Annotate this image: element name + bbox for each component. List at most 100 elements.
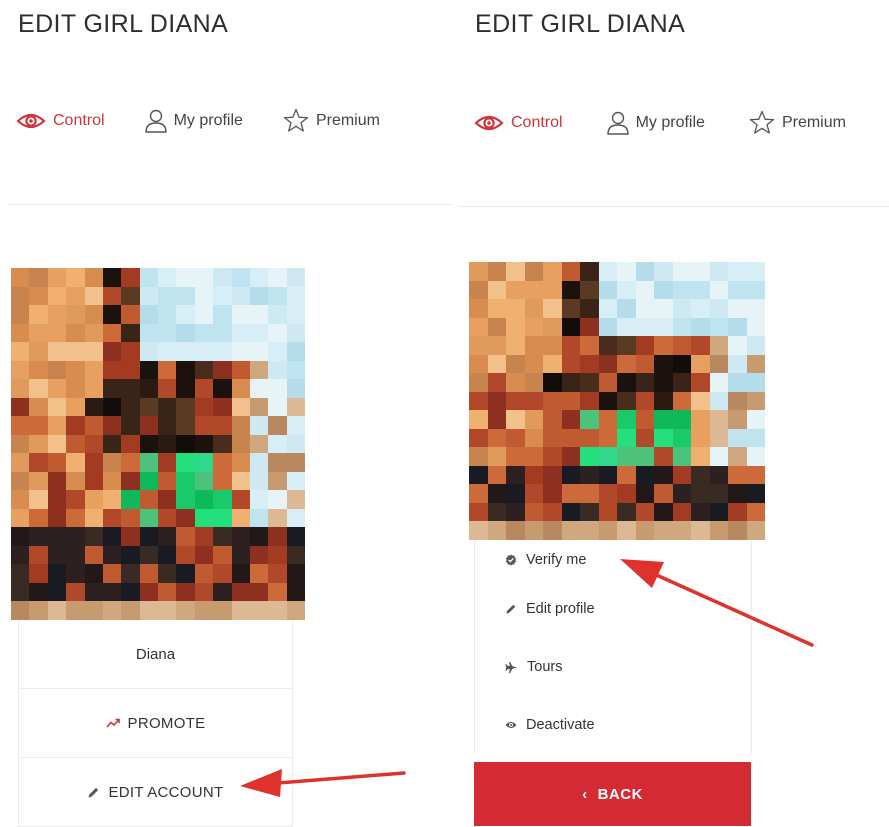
photo-pixel (268, 453, 287, 472)
photo-pixel (213, 379, 232, 398)
photo-pixel (121, 434, 140, 454)
photo-pixel (561, 410, 580, 429)
photo-pixel (598, 447, 617, 466)
profile-photo[interactable] (469, 262, 765, 540)
photo-pixel (84, 305, 103, 324)
photo-pixel (176, 268, 195, 287)
photo-pixel (231, 434, 250, 454)
photo-pixel (506, 373, 525, 392)
photo-pixel (268, 582, 287, 602)
menu-item-deactivate[interactable]: Deactivate (475, 696, 751, 754)
photo-pixel (561, 502, 580, 522)
photo-pixel (11, 564, 30, 583)
photo-pixel (709, 336, 728, 355)
photo-pixel (561, 465, 580, 485)
photo-pixel (286, 471, 305, 491)
photo-pixel (617, 336, 636, 355)
photo-pixel (617, 391, 636, 411)
profile-photo[interactable] (11, 268, 305, 620)
edit-account-button[interactable]: EDIT ACCOUNT (19, 757, 292, 826)
photo-pixel (654, 373, 673, 392)
photo-pixel (47, 434, 67, 454)
photo-pixel (672, 299, 691, 318)
photo-pixel (561, 373, 580, 392)
photo-pixel (487, 391, 506, 411)
photo-pixel (561, 484, 580, 503)
photo-pixel (194, 360, 214, 380)
photo-pixel (11, 360, 30, 380)
photo-pixel (617, 484, 636, 503)
photo-pixel (286, 305, 305, 324)
photo-pixel (654, 447, 673, 466)
photo-pixel (29, 545, 48, 565)
photo-pixel (672, 336, 691, 355)
photo-pixel (84, 416, 103, 435)
photo-pixel (213, 323, 232, 343)
tab-my-profile[interactable]: My profile (144, 109, 243, 133)
photo-pixel (249, 342, 269, 361)
photo-pixel (121, 397, 140, 417)
photo-pixel (11, 379, 30, 398)
photo-pixel (66, 360, 85, 380)
photo-pixel (728, 428, 747, 448)
photo-pixel (286, 268, 305, 287)
photo-pixel (102, 490, 122, 509)
photo-pixel (139, 471, 158, 491)
photo-pixel (286, 342, 305, 361)
tab-control[interactable]: Control (16, 112, 105, 130)
photo-pixel (176, 453, 195, 472)
photo-pixel (66, 286, 85, 306)
photo-pixel (102, 268, 122, 287)
photo-pixel (66, 527, 85, 546)
photo-pixel (249, 582, 269, 602)
photo-pixel (194, 323, 214, 343)
photo-pixel (580, 317, 599, 337)
back-button[interactable]: ‹ BACK (474, 762, 751, 826)
photo-pixel (598, 280, 617, 300)
photo-pixel (121, 342, 140, 361)
photo-pixel (746, 336, 765, 355)
tab-premium[interactable]: Premium (283, 108, 380, 133)
photo-pixel (524, 299, 543, 318)
photo-pixel (11, 416, 30, 435)
tab-my-profile[interactable]: My profile (606, 111, 705, 135)
photo-pixel (11, 305, 30, 324)
photo-pixel (598, 465, 617, 485)
photo-pixel (231, 601, 250, 620)
photo-pixel (728, 317, 747, 337)
photo-pixel (231, 490, 250, 509)
photo-pixel (268, 268, 287, 287)
photo-pixel (561, 521, 580, 540)
photo-pixel (176, 601, 195, 620)
photo-pixel (506, 280, 525, 300)
photo-pixel (617, 354, 636, 374)
photo-pixel (268, 360, 287, 380)
photo-pixel (66, 453, 85, 472)
photo-pixel (654, 521, 673, 540)
photo-pixel (728, 484, 747, 503)
menu-item-tours[interactable]: Tours (475, 638, 751, 696)
photo-pixel (213, 305, 232, 324)
photo-pixel (158, 582, 177, 602)
photo-pixel (47, 508, 67, 528)
photo-pixel (102, 379, 122, 398)
edit-account-label: EDIT ACCOUNT (108, 783, 224, 801)
left-panel: EDIT GIRL DIANA Control My profile Premi… (0, 0, 452, 827)
promote-button[interactable]: PROMOTE (19, 688, 292, 757)
menu-item-edit-profile[interactable]: Edit profile (475, 580, 751, 638)
photo-pixel (102, 416, 122, 435)
photo-pixel (268, 416, 287, 435)
photo-pixel (213, 545, 232, 565)
photo-pixel (47, 471, 67, 491)
menu-item-verify-me[interactable]: Verify me (475, 540, 751, 580)
photo-pixel (194, 601, 214, 620)
photo-pixel (268, 508, 287, 528)
photo-pixel (709, 299, 728, 318)
photo-pixel (469, 299, 488, 318)
tab-premium[interactable]: Premium (749, 110, 846, 135)
tab-control[interactable]: Control (474, 114, 563, 132)
photo-pixel (746, 373, 765, 392)
menu-item-label: Deactivate (526, 717, 595, 733)
photo-pixel (506, 428, 525, 448)
photo-pixel (47, 397, 67, 417)
